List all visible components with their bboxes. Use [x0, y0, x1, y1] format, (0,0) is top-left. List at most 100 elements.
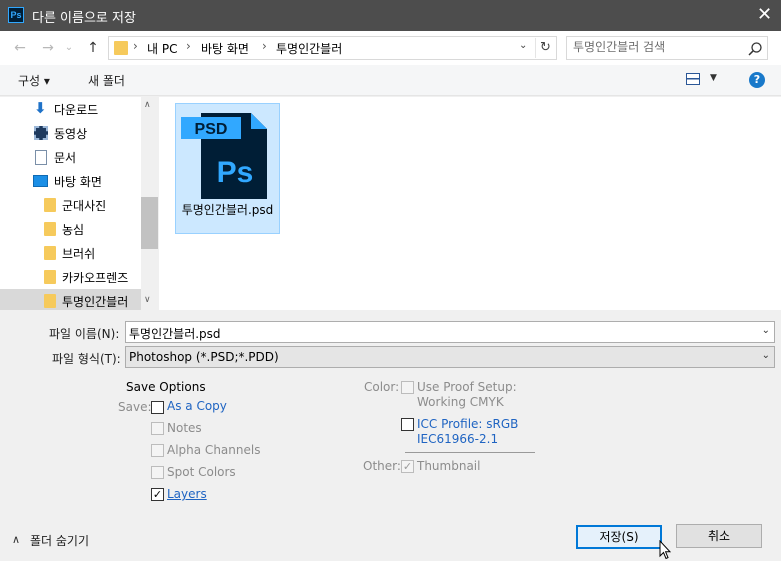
scrollbar-thumb[interactable] [141, 197, 158, 249]
sidebar-item-label: 카카오프렌즈 [62, 271, 129, 285]
title-bar: Ps 다른 이름으로 저장 ✕ [0, 0, 781, 31]
sidebar-item-label: 다운로드 [54, 103, 99, 117]
as-a-copy-checkbox[interactable] [151, 401, 164, 414]
sidebar-item-folder[interactable]: 카카오프렌즈 [0, 265, 141, 289]
spot-colors-checkbox [151, 466, 164, 479]
command-bar: 구성 ▾ 새 폴더 ▼ ? [0, 65, 781, 96]
layers-label[interactable]: Layers [167, 487, 207, 501]
view-dropdown-icon[interactable]: ▼ [710, 73, 717, 83]
filename-label: 파일 이름(N): [49, 327, 120, 341]
filetype-label: 파일 형식(T): [52, 352, 121, 366]
download-icon: ⬇ [34, 99, 47, 117]
chevron-right-icon[interactable]: › [186, 39, 191, 53]
alpha-channels-label: Alpha Channels [167, 443, 261, 457]
use-proof-setup-label: Use Proof Setup: [417, 380, 517, 394]
sidebar-item-label: 브러쉬 [62, 247, 96, 261]
file-name: 투명인간블러.psd [181, 203, 274, 217]
save-options-heading: Save Options [126, 380, 206, 394]
ps-letters-text: Ps [217, 156, 254, 189]
other-label: Other: [363, 459, 401, 473]
spot-colors-label: Spot Colors [167, 465, 236, 479]
recent-locations-icon[interactable]: ⌄ [63, 39, 75, 57]
sidebar-item-label: 군대사진 [62, 199, 107, 213]
color-label: Color: [364, 380, 400, 394]
navigation-pane: ⬇ 다운로드 동영상 문서 바탕 화면 군대사진 농심 브러쉬 카카오프렌즈 투… [0, 97, 158, 310]
thumbnail-checkbox: ✓ [401, 460, 414, 473]
desktop-icon [33, 175, 48, 187]
chevron-down-icon[interactable]: ⌄ [762, 325, 770, 336]
psd-badge-text: PSD [195, 121, 228, 138]
use-proof-setup-value: Working CMYK [417, 395, 504, 409]
sidebar-item-folder[interactable]: 농심 [0, 217, 141, 241]
save-button[interactable]: 저장(S) [576, 525, 662, 549]
icc-profile-value: IEC61966-2.1 [417, 432, 499, 446]
view-options-icon[interactable] [686, 73, 700, 85]
notes-checkbox [151, 422, 164, 435]
icc-profile-label[interactable]: ICC Profile: sRGB [417, 417, 518, 431]
window-title: 다른 이름으로 저장 [32, 11, 136, 26]
sidebar-item-label: 동영상 [54, 127, 88, 141]
sidebar-item-downloads[interactable]: ⬇ 다운로드 [0, 97, 141, 121]
folder-icon [44, 246, 56, 260]
close-button[interactable]: ✕ [748, 0, 781, 31]
sidebar-item-desktop[interactable]: 바탕 화면 [0, 169, 141, 193]
sidebar-item-documents[interactable]: 문서 [0, 145, 141, 169]
folder-icon [114, 41, 128, 55]
icc-profile-checkbox[interactable] [401, 418, 414, 431]
alpha-channels-checkbox [151, 444, 164, 457]
scroll-up-icon[interactable]: ∧ [144, 100, 151, 110]
folder-icon [44, 294, 56, 308]
hide-folders-button[interactable]: 폴더 숨기기 [30, 532, 89, 549]
address-dropdown-icon[interactable]: ⌄ [519, 40, 527, 51]
mouse-pointer-icon [659, 540, 671, 560]
up-arrow-icon[interactable]: ↑ [84, 39, 102, 57]
help-icon[interactable]: ? [749, 72, 765, 88]
file-item[interactable]: PSD Ps 투명인간블러.psd [175, 103, 280, 234]
psd-file-icon: PSD Ps [181, 113, 267, 199]
filetype-value[interactable]: Photoshop (*.PSD;*.PDD) [129, 350, 279, 364]
sidebar-item-videos[interactable]: 동영상 [0, 121, 141, 145]
thumbnail-label: Thumbnail [417, 459, 481, 473]
search-box[interactable] [566, 36, 768, 60]
breadcrumb-desktop[interactable]: 바탕 화면 [201, 40, 249, 57]
filename-field[interactable]: 투명인간블러.psd ⌄ [125, 321, 775, 343]
video-icon [34, 126, 48, 140]
chevron-up-icon[interactable]: ∧ [12, 533, 20, 546]
sidebar-item-label: 바탕 화면 [54, 175, 102, 189]
use-proof-setup-checkbox [401, 381, 414, 394]
save-label: Save: [118, 400, 152, 414]
breadcrumb-this-pc[interactable]: 내 PC [147, 40, 177, 57]
sidebar-item-label: 투명인간블러 [62, 295, 129, 309]
back-arrow-icon[interactable]: ← [11, 39, 29, 57]
sidebar-item-folder-selected[interactable]: 투명인간블러 [0, 289, 141, 310]
new-folder-button[interactable]: 새 폴더 [88, 72, 125, 89]
filetype-select[interactable]: Photoshop (*.PSD;*.PDD) ⌄ [125, 346, 775, 368]
forward-arrow-icon[interactable]: → [39, 39, 57, 57]
notes-label: Notes [167, 421, 202, 435]
organize-button[interactable]: 구성 ▾ [18, 72, 50, 89]
document-icon [35, 150, 47, 165]
folder-icon [44, 198, 56, 212]
sidebar-item-folder[interactable]: 브러쉬 [0, 241, 141, 265]
folder-icon [44, 222, 56, 236]
refresh-icon[interactable]: ↻ [535, 38, 555, 58]
layers-checkbox[interactable]: ✓ [151, 488, 164, 501]
search-icon[interactable] [747, 41, 763, 57]
sidebar-item-label: 문서 [54, 151, 77, 165]
filename-value[interactable]: 투명인간블러.psd [129, 325, 221, 342]
file-list: PSD Ps 투명인간블러.psd [159, 97, 781, 310]
breadcrumb-current-folder[interactable]: 투명인간블러 [276, 40, 342, 57]
address-bar[interactable]: › 내 PC › 바탕 화면 › 투명인간블러 ⌄ ↻ [108, 36, 557, 60]
chevron-right-icon[interactable]: › [133, 39, 138, 53]
chevron-right-icon[interactable]: › [262, 39, 267, 53]
chevron-down-icon[interactable]: ⌄ [762, 350, 770, 361]
sidebar-item-folder[interactable]: 군대사진 [0, 193, 141, 217]
folder-icon [44, 270, 56, 284]
sidebar-item-label: 농심 [62, 223, 85, 237]
separator [405, 452, 535, 453]
as-a-copy-label[interactable]: As a Copy [167, 399, 227, 413]
nav-scrollbar[interactable]: ∧ ∨ [141, 97, 158, 310]
cancel-button[interactable]: 취소 [676, 524, 762, 548]
search-input[interactable] [573, 40, 743, 54]
scroll-down-icon[interactable]: ∨ [144, 295, 151, 305]
